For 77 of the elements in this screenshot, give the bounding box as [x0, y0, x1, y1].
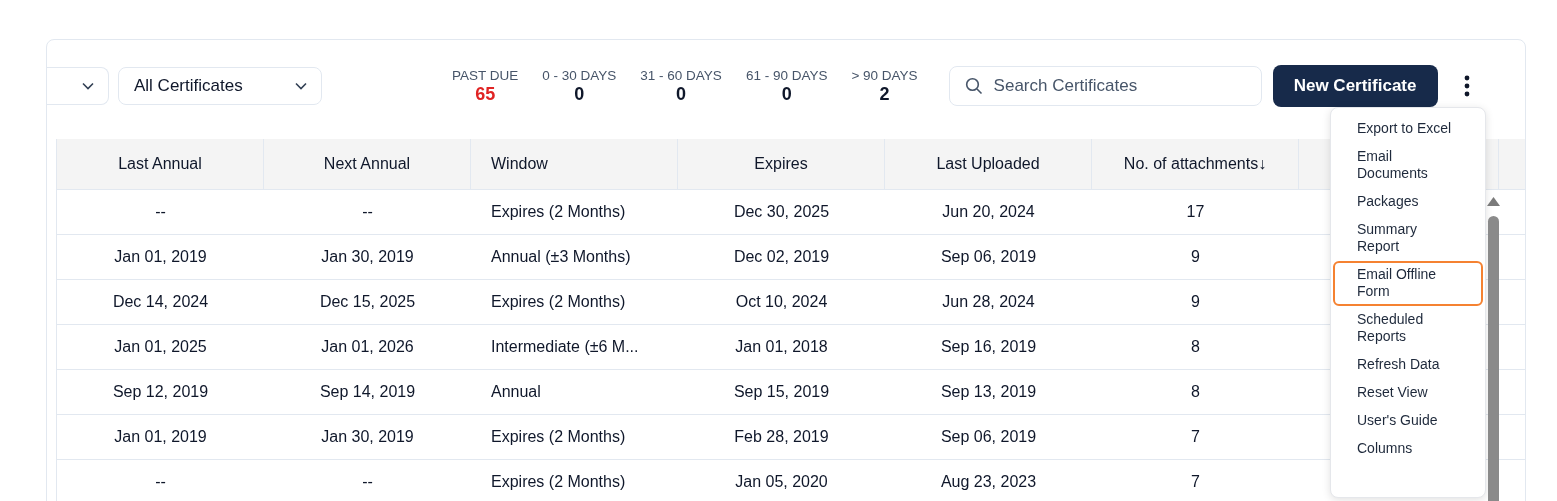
table-cell-text: Annual: [490, 382, 542, 402]
column-header[interactable]: Last Annual: [57, 139, 264, 189]
menu-item[interactable]: Summary Report: [1333, 216, 1483, 261]
caret-icon: [295, 82, 307, 90]
menu-item[interactable]: Email Documents: [1333, 143, 1483, 188]
scroll-up-icon[interactable]: [1487, 197, 1500, 206]
table-cell-text: Jan 01, 2019: [113, 427, 208, 447]
menu-item[interactable]: Columns: [1333, 435, 1483, 463]
stat-value: 0: [574, 83, 585, 105]
table-cell-text: --: [154, 202, 167, 222]
table-cell-text: --: [361, 202, 374, 222]
table-cell-text: Jan 30, 2019: [320, 427, 415, 447]
column-header[interactable]: Expires: [678, 139, 885, 189]
menu-item[interactable]: Email Offline Form: [1333, 261, 1483, 306]
more-options-icon[interactable]: [1463, 75, 1470, 97]
menu-item[interactable]: Scheduled Reports: [1333, 306, 1483, 351]
table-cell-text: 9: [1190, 247, 1201, 267]
table-cell-text: Sep 06, 2019: [939, 247, 1038, 267]
stat-label: > 90 DAYS: [851, 67, 918, 83]
table-cell-text: 9: [1190, 292, 1201, 312]
table-cell-text: Jan 05, 2020: [734, 472, 829, 492]
table-cell-text: Sep 15, 2019: [732, 382, 831, 402]
table-cell-text: 17: [1185, 202, 1206, 222]
stat-value: 65: [475, 83, 496, 105]
table-cell-text: Jan 01, 2025: [113, 337, 208, 357]
table-cell-text: Jun 20, 2024: [941, 202, 1036, 222]
column-header[interactable]: Next Annual: [264, 139, 471, 189]
table-cell-text: 8: [1190, 382, 1201, 402]
table-cell-text: Sep 16, 2019: [939, 337, 1038, 357]
column-header[interactable]: Window: [471, 139, 678, 189]
table-cell-text: Intermediate (±6 M...: [490, 337, 640, 357]
table-cell-text: Expires (2 Months): [490, 427, 627, 447]
stat-value: 0: [676, 83, 687, 105]
column-header[interactable]: Last Uploaded: [885, 139, 1092, 189]
stat-label: 0 - 30 DAYS: [542, 67, 617, 83]
table-cell-text: --: [361, 472, 374, 492]
table-cell-text: Jun 28, 2024: [941, 292, 1036, 312]
table-cell-text: Jan 01, 2019: [113, 247, 208, 267]
menu-item[interactable]: Reset View: [1333, 379, 1483, 407]
stat-value: 2: [879, 83, 890, 105]
search-icon: [964, 77, 983, 95]
table-cell-text: 8: [1190, 337, 1201, 357]
caret-icon: [82, 82, 94, 90]
stat-label: PAST DUE: [452, 67, 519, 83]
scrollbar[interactable]: [1487, 195, 1500, 501]
table-cell-text: Feb 28, 2019: [733, 427, 830, 447]
menu-item[interactable]: User's Guide: [1333, 407, 1483, 435]
menu-item[interactable]: Export to Excel: [1333, 115, 1483, 143]
table-cell-text: 7: [1190, 472, 1201, 492]
search-field[interactable]: Search Certificates: [948, 66, 1262, 106]
table-cell-text: Dec 02, 2019: [732, 247, 831, 267]
table-cell-text: Annual (±3 Months): [490, 247, 632, 267]
table-cell-text: Jan 01, 2026: [320, 337, 415, 357]
stat-label: 61 - 90 DAYS: [745, 67, 828, 83]
menu-item[interactable]: Packages: [1333, 188, 1483, 216]
table-cell-text: Sep 13, 2019: [939, 382, 1038, 402]
filter-dropdown[interactable]: All Certificates: [118, 67, 322, 105]
menu-item[interactable]: Refresh Data: [1333, 351, 1483, 379]
table-cell-text: Expires (2 Months): [490, 292, 627, 312]
table-cell-text: Sep 12, 2019: [111, 382, 210, 402]
stat-value: 0: [781, 83, 792, 105]
stat-label: 31 - 60 DAYS: [640, 67, 722, 83]
column-header[interactable]: No. of attachments↓: [1092, 139, 1299, 189]
table-cell-text: Sep 14, 2019: [318, 382, 417, 402]
table-cell-text: Oct 10, 2024: [734, 292, 829, 312]
table-cell-text: 7: [1190, 427, 1201, 447]
table-cell-text: Expires (2 Months): [490, 202, 627, 222]
table-cell-text: Aug 23, 2023: [939, 472, 1038, 492]
new-certificate-button[interactable]: New Certificate: [1272, 65, 1438, 107]
table-cell-text: Dec 14, 2024: [111, 292, 210, 312]
table-cell-text: Sep 06, 2019: [939, 427, 1038, 447]
table-cell-text: Dec 15, 2025: [318, 292, 417, 312]
table-cell-text: Dec 30, 2025: [732, 202, 831, 222]
table-cell-text: Jan 01, 2018: [734, 337, 829, 357]
table-cell-text: --: [154, 472, 167, 492]
table-cell-text: Expires (2 Months): [490, 472, 627, 492]
table-cell-text: Jan 30, 2019: [320, 247, 415, 267]
